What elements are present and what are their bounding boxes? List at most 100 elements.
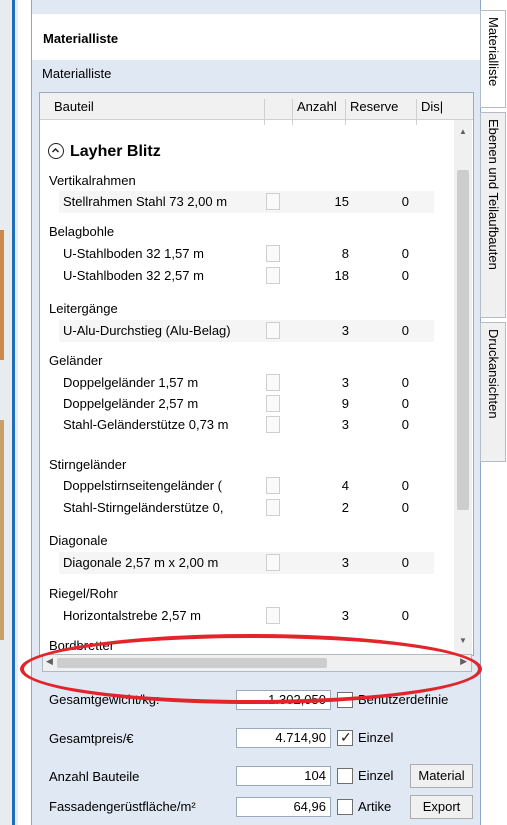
document-icon[interactable] [266, 416, 280, 433]
panel-title: Materialliste [43, 31, 119, 46]
tab-label: Ebenen und Teilaufbauten [486, 119, 501, 270]
row-reserve: 0 [401, 417, 409, 432]
materialliste-panel: Materialliste Materialliste Bauteil Anza… [31, 0, 481, 825]
scroll-thumb[interactable] [57, 658, 327, 668]
tab-label: Materialliste [486, 17, 501, 87]
scroll-down-icon[interactable]: ▼ [459, 636, 467, 645]
category-label: Stirngeländer [49, 457, 127, 472]
row-reserve: 0 [401, 323, 409, 338]
gesamtpreis-label: Gesamtpreis/€ [49, 731, 134, 746]
table-row[interactable]: U-Alu-Durchstieg (Alu-Belag) 3 0 [59, 320, 434, 342]
category-label: Belagbohle [49, 224, 115, 239]
category-label: Diagonale [49, 533, 108, 548]
scroll-thumb[interactable] [457, 170, 469, 510]
anzahl-bauteile-label: Anzahl Bauteile [49, 769, 140, 784]
anzahl-bauteile-field[interactable]: 104 [236, 766, 331, 786]
artikel-checkbox[interactable] [337, 799, 353, 815]
document-icon[interactable] [266, 267, 280, 284]
row-anzahl: 3 [341, 608, 349, 623]
benutzerdefiniert-label: Benutzerdefinie [358, 692, 449, 707]
category-label: Vertikalrahmen [49, 173, 136, 188]
document-icon[interactable] [266, 395, 280, 412]
category-label: Riegel/Rohr [49, 586, 118, 601]
gesamtpreis-field[interactable]: 4.714,90 [236, 728, 331, 748]
table-row[interactable]: U-Stahlboden 32 1,57 m 8 0 [59, 243, 434, 265]
table-row[interactable]: Doppelgeländer 1,57 m 3 0 [59, 372, 434, 394]
row-anzahl: 8 [341, 246, 349, 261]
scroll-up-icon[interactable]: ▲ [459, 127, 467, 136]
einzel-checkbox[interactable] [337, 729, 353, 746]
einzel-anzahl-label: Einzel [358, 768, 394, 783]
column-header-disp[interactable]: Dis| [421, 99, 443, 114]
side-tabs: Materialliste Ebenen und Teilaufbauten D… [480, 10, 507, 825]
table-row[interactable]: Stellrahmen Stahl 73 2,00 m 15 0 [59, 191, 434, 213]
benutzerdefiniert-checkbox[interactable] [337, 692, 353, 708]
row-name: U-Stahlboden 32 2,57 m [63, 268, 204, 283]
category-label: Geländer [49, 353, 103, 368]
row-reserve: 0 [401, 500, 409, 515]
row-name: Doppelgeländer 1,57 m [63, 375, 199, 390]
table-row[interactable]: Diagonale 2,57 m x 2,00 m 3 0 [59, 552, 434, 574]
row-reserve: 0 [401, 608, 409, 623]
document-icon[interactable] [266, 245, 280, 262]
document-icon[interactable] [266, 554, 280, 571]
workspace-edge [0, 0, 18, 825]
document-icon[interactable] [266, 477, 280, 494]
tab-materialliste[interactable]: Materialliste [480, 10, 506, 108]
row-anzahl: 3 [341, 323, 349, 338]
document-icon[interactable] [266, 322, 280, 339]
row-name: U-Stahlboden 32 1,57 m [63, 246, 204, 261]
tab-ebenen-und-teilaufbauten[interactable]: Ebenen und Teilaufbauten [480, 112, 506, 318]
row-reserve: 0 [401, 246, 409, 261]
fassadenflaeche-label: Fassadengerüstfläche/m² [49, 799, 196, 814]
table-row[interactable]: U-Stahlboden 32 2,57 m 18 0 [59, 265, 434, 287]
document-icon[interactable] [266, 193, 280, 210]
column-separator [416, 99, 417, 125]
table-row[interactable]: Stahl-Stirngeländerstütze 0, 2 0 [59, 497, 434, 519]
column-separator [292, 99, 293, 125]
export-button[interactable]: Export [410, 795, 473, 819]
category-label: Leitergänge [49, 301, 118, 316]
row-reserve: 0 [401, 555, 409, 570]
scroll-left-icon[interactable]: ◀ [46, 656, 53, 667]
material-grid[interactable]: Bauteil Anzahl Reserve Dis| Layher Blitz… [39, 92, 474, 656]
table-row[interactable]: Horizontalstrebe 2,57 m 3 0 [59, 605, 434, 627]
column-header-reserve[interactable]: Reserve [350, 99, 398, 114]
row-reserve: 0 [401, 478, 409, 493]
einzel-anzahl-checkbox[interactable] [337, 768, 353, 784]
document-icon[interactable] [266, 374, 280, 391]
row-name: Stellrahmen Stahl 73 2,00 m [63, 194, 228, 209]
scroll-right-icon[interactable]: ▶ [460, 656, 467, 667]
row-name: Horizontalstrebe 2,57 m [63, 608, 202, 623]
gesamtgewicht-label: Gesamtgewicht/kg: [49, 692, 160, 707]
gesamtgewicht-field[interactable]: 1.302,050 [236, 690, 331, 710]
column-header-bauteil[interactable]: Bauteil [54, 99, 94, 114]
document-icon[interactable] [266, 499, 280, 516]
column-header-anzahl[interactable]: Anzahl [297, 99, 337, 114]
row-reserve: 0 [401, 268, 409, 283]
row-anzahl: 18 [334, 268, 349, 283]
fassadenflaeche-field[interactable]: 64,96 [236, 797, 331, 817]
material-button[interactable]: Material [410, 764, 473, 788]
chevron-up-circle-icon[interactable] [48, 143, 64, 159]
tab-label: Druckansichten [486, 329, 501, 419]
einzel-label: Einzel [358, 730, 394, 745]
row-name: Stahl-Geländerstütze 0,73 m [63, 417, 229, 432]
row-name: U-Alu-Durchstieg (Alu-Belag) [63, 323, 231, 338]
tab-druckansichten[interactable]: Druckansichten [480, 322, 506, 462]
table-row[interactable]: Stahl-Geländerstütze 0,73 m 3 0 [59, 414, 434, 436]
vertical-scrollbar[interactable]: ▲ ▼ [454, 120, 472, 655]
row-anzahl: 3 [341, 375, 349, 390]
column-separator [345, 99, 346, 125]
row-name: Doppelgeländer 2,57 m [63, 396, 199, 411]
document-icon[interactable] [266, 607, 280, 624]
workspace-border [12, 0, 15, 825]
horizontal-scrollbar[interactable]: ◀ ▶ [42, 654, 472, 672]
row-anzahl: 9 [341, 396, 349, 411]
row-name: Doppelstirnseitengeländer ( [63, 478, 222, 493]
table-row[interactable]: Doppelstirnseitengeländer ( 4 0 [59, 475, 434, 497]
category-label: Bordbretter [49, 638, 115, 653]
row-name: Stahl-Stirngeländerstütze 0, [63, 500, 224, 515]
row-reserve: 0 [401, 375, 409, 390]
table-row[interactable]: Doppelgeländer 2,57 m 9 0 [59, 393, 434, 415]
